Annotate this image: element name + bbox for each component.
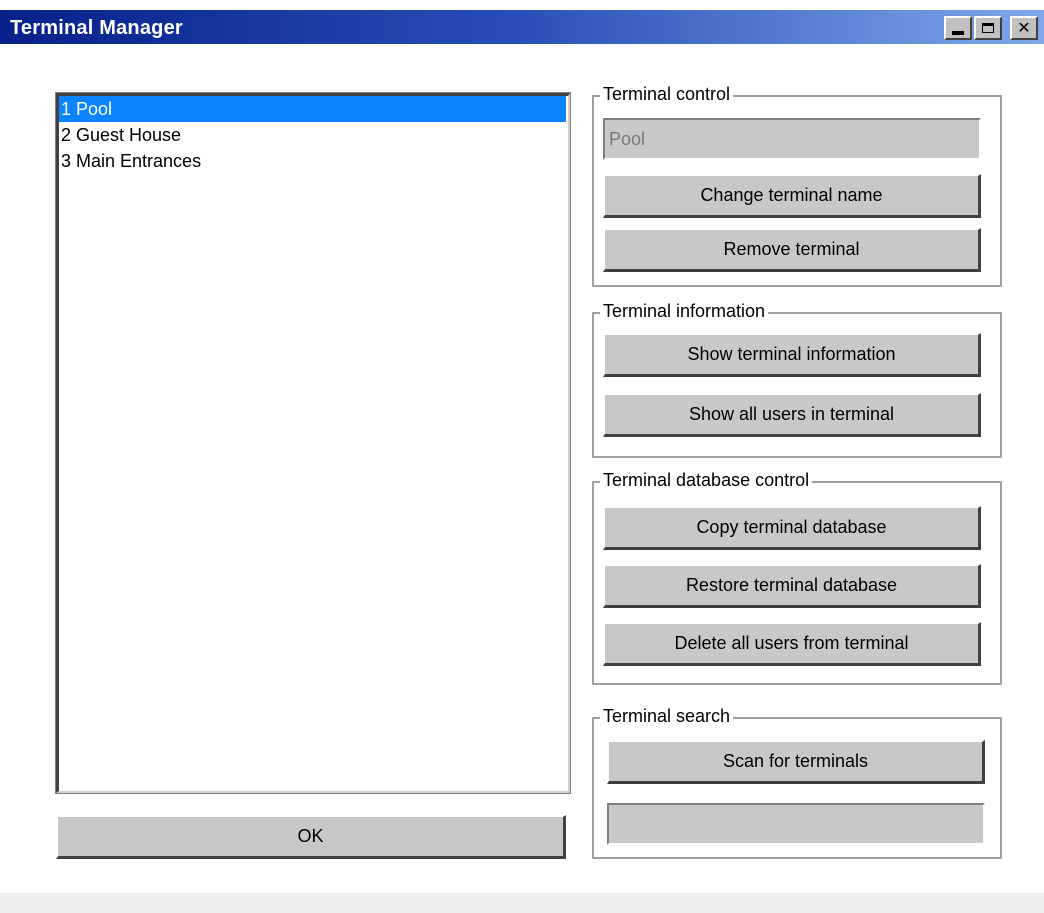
maximize-icon	[982, 23, 994, 33]
copy-terminal-database-button[interactable]: Copy terminal database	[603, 506, 981, 550]
terminal-listbox[interactable]: 1 Pool 2 Guest House 3 Main Entrances	[55, 92, 571, 794]
close-icon: ✕	[1017, 20, 1031, 37]
delete-all-users-button[interactable]: Delete all users from terminal	[603, 622, 981, 666]
remove-terminal-button[interactable]: Remove terminal	[603, 228, 981, 272]
list-item[interactable]: 1 Pool	[59, 96, 566, 122]
terminal-database-control-title: Terminal database control	[600, 470, 813, 491]
terminal-manager-window: Terminal Manager ✕ 1 Pool 2 Guest House …	[0, 0, 1044, 913]
terminal-name-field[interactable]: Pool	[603, 118, 981, 160]
change-terminal-name-button[interactable]: Change terminal name	[603, 174, 981, 218]
bottom-edge	[0, 893, 1044, 913]
terminal-control-title: Terminal control	[600, 84, 734, 105]
show-all-users-button[interactable]: Show all users in terminal	[603, 393, 981, 437]
minimize-icon	[952, 31, 964, 35]
restore-terminal-database-button[interactable]: Restore terminal database	[603, 564, 981, 608]
scan-for-terminals-button[interactable]: Scan for terminals	[607, 740, 985, 784]
close-button[interactable]: ✕	[1010, 16, 1038, 40]
show-terminal-information-button[interactable]: Show terminal information	[603, 333, 981, 377]
ok-button[interactable]: OK	[56, 815, 566, 859]
terminal-search-title: Terminal search	[600, 706, 734, 727]
list-item[interactable]: 3 Main Entrances	[59, 148, 568, 174]
minimize-button[interactable]	[944, 16, 972, 40]
search-status-field	[607, 803, 985, 845]
window-title: Terminal Manager	[10, 17, 183, 39]
maximize-button[interactable]	[974, 16, 1002, 40]
list-item[interactable]: 2 Guest House	[59, 122, 568, 148]
terminal-information-title: Terminal information	[600, 301, 769, 322]
